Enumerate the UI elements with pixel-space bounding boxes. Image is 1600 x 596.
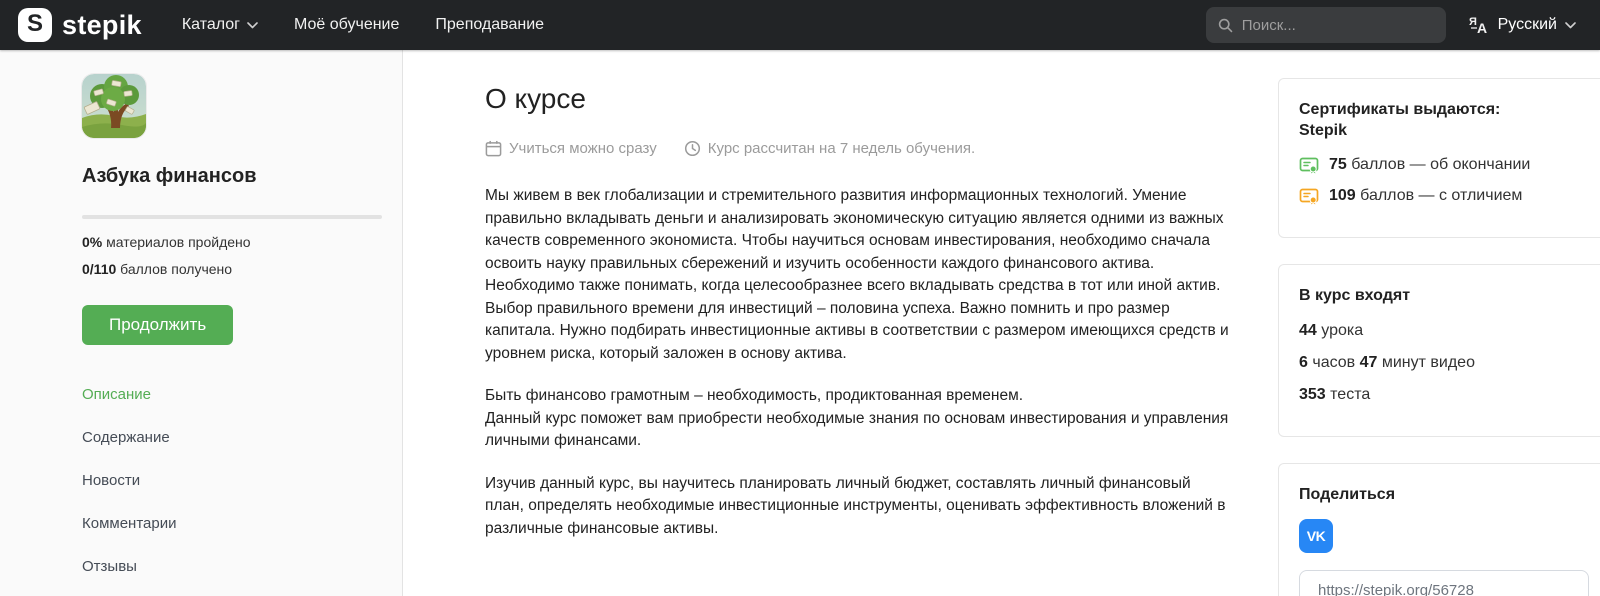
search-icon xyxy=(1218,17,1233,34)
certificates-card: Сертификаты выдаются: Stepik 75 баллов —… xyxy=(1278,78,1600,238)
progress-percent: 0% xyxy=(82,234,102,250)
certificate-regular-text: 75 баллов — об окончании xyxy=(1329,156,1530,174)
certificate-regular-points: 75 xyxy=(1329,156,1347,173)
nav-teaching-label: Преподавание xyxy=(435,16,544,34)
tab-news[interactable]: Новости xyxy=(82,472,382,489)
certificate-icon xyxy=(1299,186,1319,206)
svg-text:Я: Я xyxy=(1469,16,1477,28)
course-sidebar: Азбука финансов 0% материалов пройдено 0… xyxy=(0,50,403,596)
share-vk-button[interactable]: VK xyxy=(1299,519,1333,553)
nav-my-learning[interactable]: Моё обучение xyxy=(294,16,399,34)
includes-video: 6 часов 47 минут видео xyxy=(1299,352,1587,374)
certificate-icon xyxy=(1299,155,1319,175)
svg-text:A: A xyxy=(1477,20,1487,36)
stepik-logo-icon: S xyxy=(18,8,52,42)
nav-catalog-label: Каталог xyxy=(182,16,240,34)
course-cover-image xyxy=(82,74,146,138)
page-title: О курсе xyxy=(485,83,1233,115)
language-selector[interactable]: Я A Русский xyxy=(1468,14,1576,36)
course-includes-card: В курс входят 44 урока 6 часов 47 минут … xyxy=(1278,264,1600,437)
progress-bar xyxy=(82,215,382,219)
video-minutes: 47 xyxy=(1360,354,1378,371)
nav-catalog[interactable]: Каталог xyxy=(182,16,258,34)
certificate-distinction-text: 109 баллов — с отличием xyxy=(1329,187,1522,205)
course-tabs: Описание Содержание Новости Комментарии … xyxy=(82,386,382,575)
about-paragraph: Изучив данный курс, вы научитесь планиро… xyxy=(485,473,1233,541)
chevron-down-icon xyxy=(1565,22,1576,29)
language-label: Русский xyxy=(1498,16,1557,34)
continue-button[interactable]: Продолжить xyxy=(82,305,233,345)
chevron-down-icon xyxy=(247,22,258,29)
share-url-input[interactable] xyxy=(1299,570,1589,596)
certificate-distinction-points: 109 xyxy=(1329,187,1356,204)
stepik-wordmark: stepik xyxy=(62,10,142,41)
calendar-icon xyxy=(485,140,502,157)
tab-description[interactable]: Описание xyxy=(82,386,382,403)
share-heading: Поделиться xyxy=(1299,484,1587,505)
progress-points: 0/110 баллов получено xyxy=(82,261,382,277)
video-hours: 6 xyxy=(1299,354,1308,371)
about-paragraph: Мы живем в век глобализации и стремитель… xyxy=(485,185,1233,365)
about-paragraph: Быть финансово грамотным – необходимость… xyxy=(485,385,1233,453)
progress-materials: 0% материалов пройдено xyxy=(82,234,382,250)
certificate-distinction-row: 109 баллов — с отличием xyxy=(1299,186,1587,206)
top-navbar: S stepik Каталог Моё обучение Преподаван… xyxy=(0,0,1600,50)
search-input[interactable] xyxy=(1242,17,1434,34)
share-card: Поделиться VK xyxy=(1278,463,1600,596)
vk-icon: VK xyxy=(1307,528,1325,544)
includes-tests: 353 теста xyxy=(1299,384,1587,406)
course-about-section: О курсе Учиться можно сразу Курс рассчит… xyxy=(403,50,1233,596)
tab-reviews[interactable]: Отзывы xyxy=(82,558,382,575)
points-value: 0/110 xyxy=(82,261,116,277)
tab-comments[interactable]: Комментарии xyxy=(82,515,382,532)
certificates-heading: Сертификаты выдаются: Stepik xyxy=(1299,99,1587,141)
clock-icon xyxy=(684,140,701,157)
course-meta: Учиться можно сразу Курс рассчитан на 7 … xyxy=(485,140,1233,157)
points-text: баллов получено xyxy=(116,261,232,277)
includes-heading: В курс входят xyxy=(1299,285,1587,306)
tab-syllabus[interactable]: Содержание xyxy=(82,429,382,446)
translate-icon: Я A xyxy=(1468,14,1490,36)
meta-start-text: Учиться можно сразу xyxy=(509,140,657,157)
stepik-logo[interactable]: S stepik xyxy=(18,8,142,42)
meta-duration: Курс рассчитан на 7 недель обучения. xyxy=(684,140,975,157)
certificate-regular-row: 75 баллов — об окончании xyxy=(1299,155,1587,175)
search-box[interactable] xyxy=(1206,7,1446,43)
lessons-count: 44 xyxy=(1299,322,1317,339)
nav-my-learning-label: Моё обучение xyxy=(294,16,399,34)
includes-lessons: 44 урока xyxy=(1299,320,1587,342)
nav-teaching[interactable]: Преподавание xyxy=(435,16,544,34)
course-title: Азбука финансов xyxy=(82,165,382,188)
course-info-column: Сертификаты выдаются: Stepik 75 баллов —… xyxy=(1278,50,1600,596)
tests-count: 353 xyxy=(1299,386,1326,403)
meta-duration-text: Курс рассчитан на 7 недель обучения. xyxy=(708,140,975,157)
progress-percent-text: материалов пройдено xyxy=(102,234,250,250)
meta-start: Учиться можно сразу xyxy=(485,140,657,157)
